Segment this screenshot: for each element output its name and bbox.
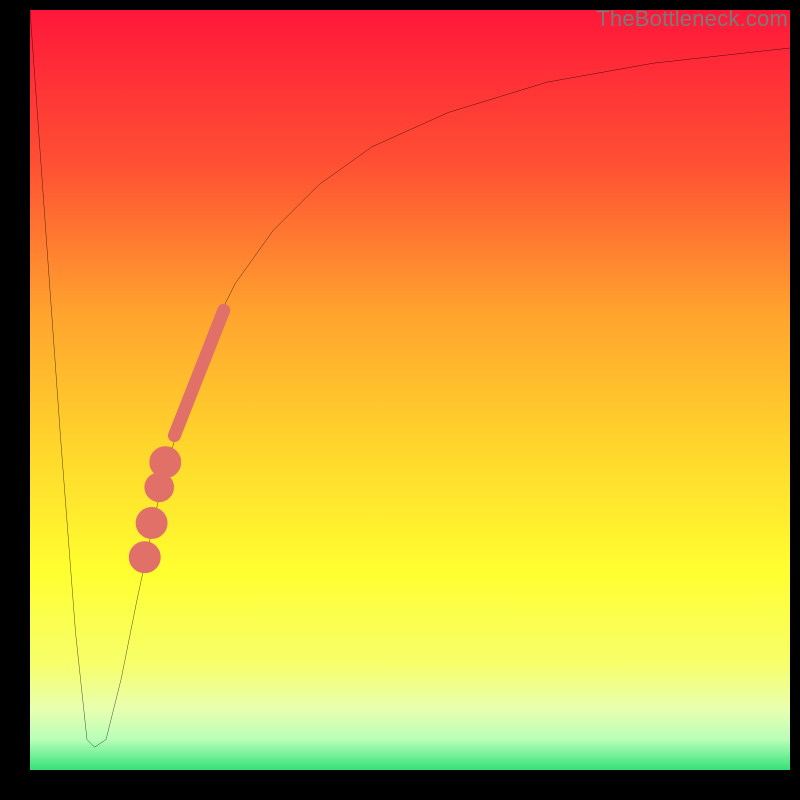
- chart-frame: TheBottleneck.com: [0, 0, 800, 800]
- bottleneck-plot: [30, 10, 790, 770]
- gradient-background: [30, 10, 790, 770]
- highlight-dot: [139, 511, 163, 535]
- highlight-dot: [133, 545, 157, 569]
- highlight-dot: [148, 476, 170, 498]
- highlight-dot: [153, 450, 177, 474]
- watermark-label: TheBottleneck.com: [596, 6, 788, 32]
